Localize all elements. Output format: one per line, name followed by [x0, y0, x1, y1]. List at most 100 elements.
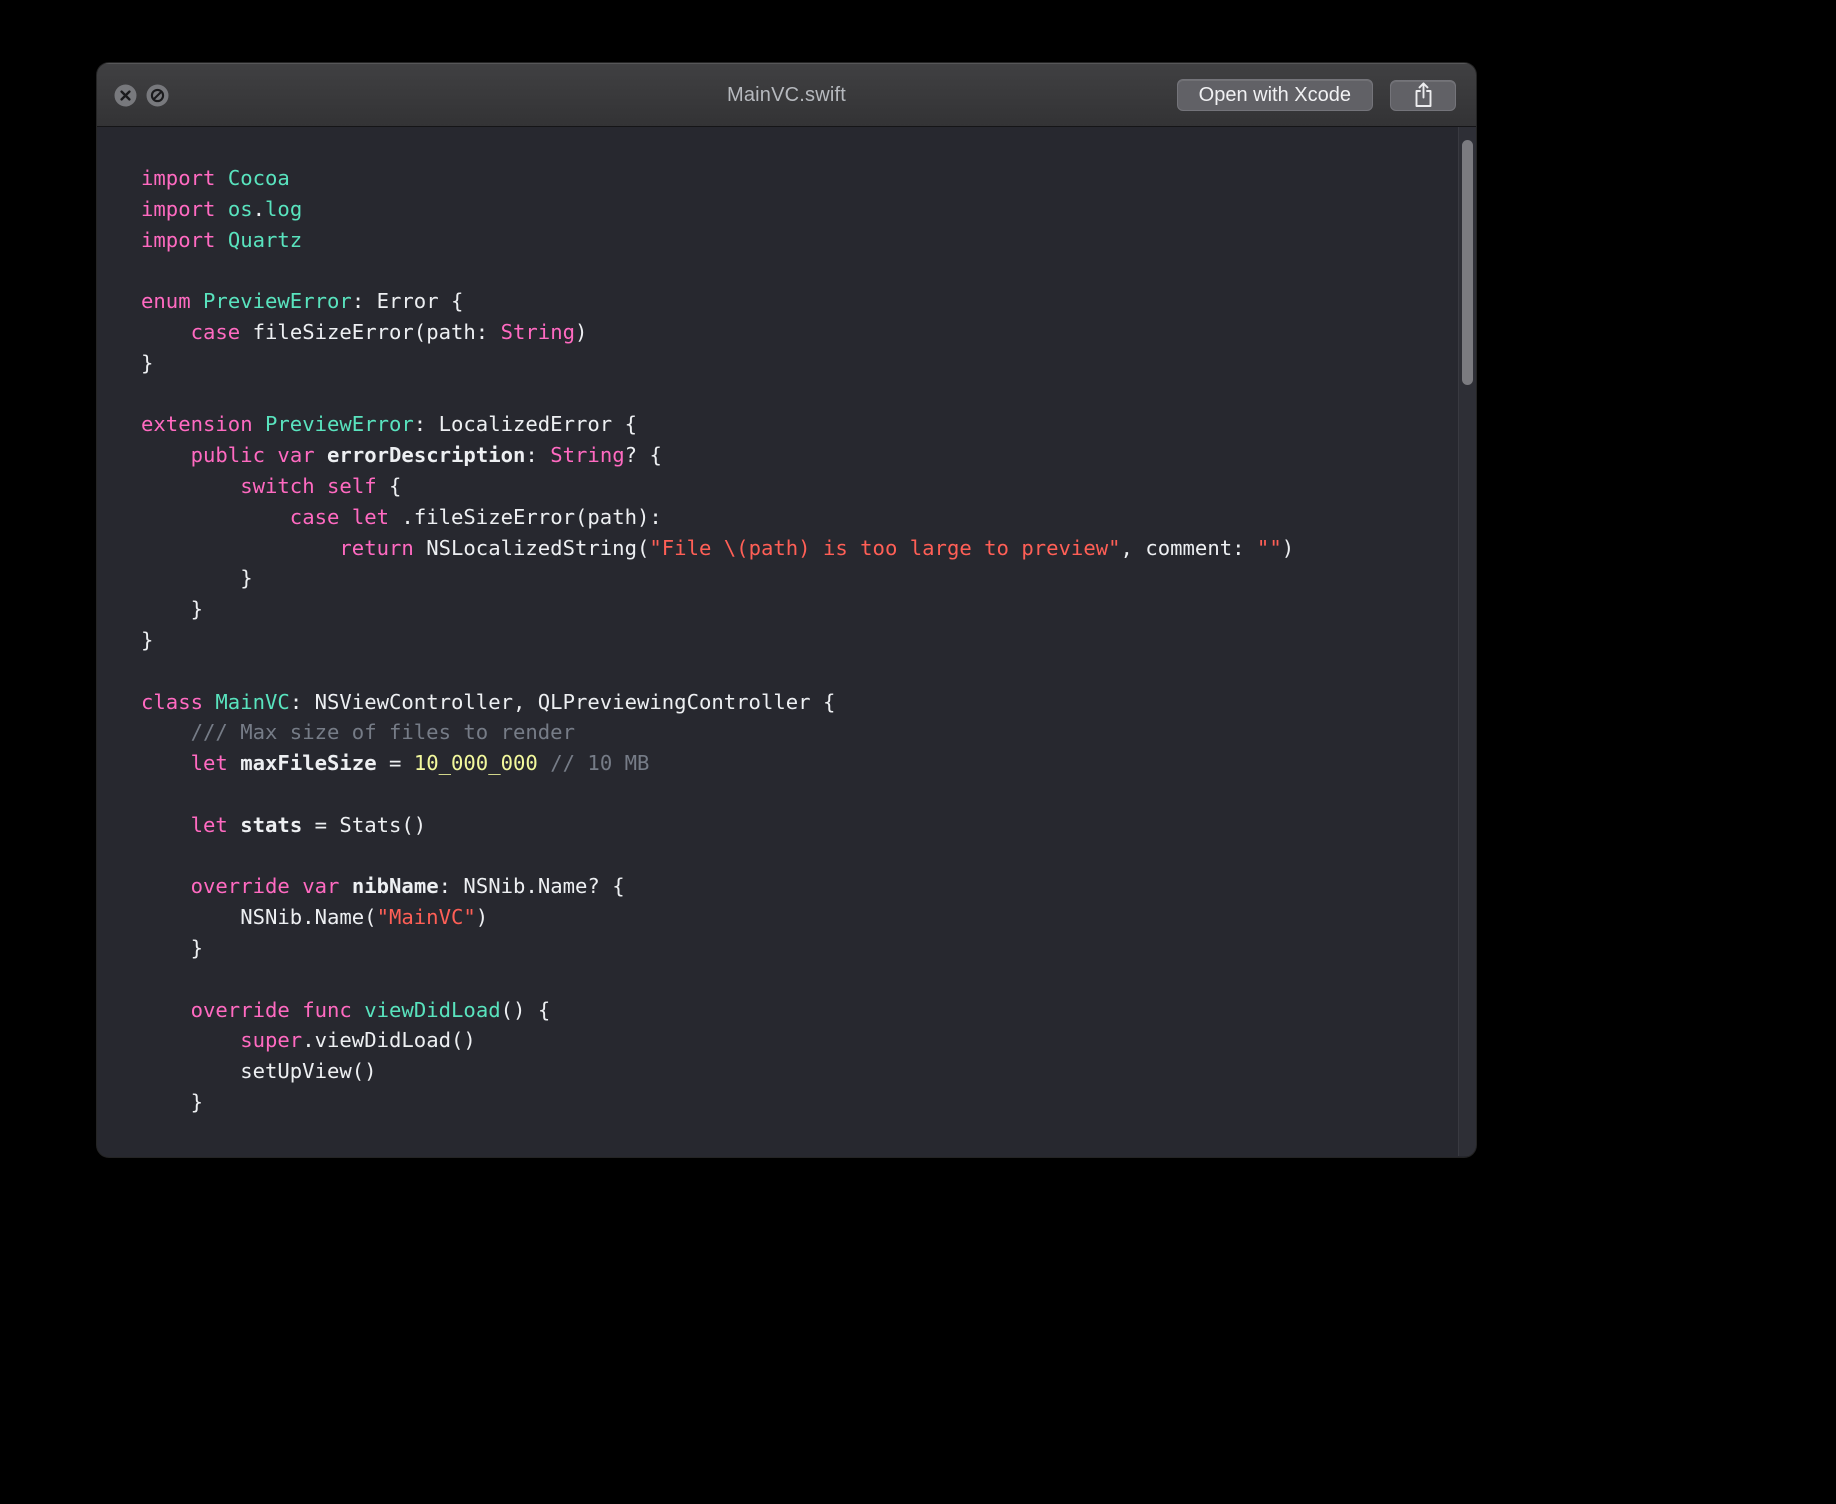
code-token: : LocalizedError {: [413, 412, 637, 437]
code-line: import Cocoa: [141, 163, 1436, 194]
code-token: String: [500, 319, 575, 344]
code-token: // 10 MB: [550, 751, 650, 776]
code-line: }: [141, 594, 1436, 625]
code-line: import os.log: [141, 194, 1436, 225]
share-button[interactable]: [1390, 79, 1456, 111]
scrollbar-track[interactable]: [1458, 127, 1476, 1156]
code-lines: import Cocoa import os.log import Quartz e…: [97, 127, 1476, 1118]
code-token: }: [141, 597, 203, 622]
code-line: /// Max size of files to render: [141, 717, 1436, 748]
code-token: .: [252, 196, 266, 221]
code-token: case: [289, 504, 340, 529]
code-token: : NSViewController, QLPreviewingControll…: [289, 689, 836, 714]
code-token: errorDescription: [327, 443, 526, 468]
close-button[interactable]: [114, 84, 137, 107]
code-token: os: [227, 196, 253, 221]
code-line: }: [141, 563, 1436, 594]
code-token: ): [575, 319, 588, 344]
code-token: self: [327, 473, 377, 498]
code-token: func: [302, 997, 352, 1022]
code-token: }: [141, 935, 203, 960]
code-line: class MainVC: NSViewController, QLPrevie…: [141, 687, 1436, 718]
code-line: public var errorDescription: String? {: [141, 440, 1436, 471]
code-line: case fileSizeError(path: String): [141, 317, 1436, 348]
code-line: return NSLocalizedString("File \(path) i…: [141, 533, 1436, 564]
code-token: super: [240, 1028, 303, 1053]
code-token: log: [265, 196, 303, 221]
code-token: import: [141, 227, 216, 252]
code-token: .fileSizeError(path):: [389, 504, 662, 529]
code-token: var: [302, 874, 340, 899]
share-icon: [1415, 82, 1431, 107]
code-token: "MainVC": [376, 905, 476, 930]
code-token: nibName: [351, 874, 439, 899]
code-preview-area: import Cocoa import os.log import Quartz e…: [97, 127, 1476, 1156]
code-token: return: [339, 535, 414, 560]
code-line: override var nibName: NSNib.Name? {: [141, 871, 1436, 902]
code-token: switch: [240, 473, 315, 498]
scrollbar-thumb[interactable]: [1462, 140, 1473, 385]
code-token: 10_000_000: [413, 751, 538, 776]
code-token: enum: [141, 289, 191, 314]
code-line: }: [141, 1087, 1436, 1118]
code-line: super.viewDidLoad(): [141, 1025, 1436, 1056]
code-line: enum PreviewError: Error {: [141, 286, 1436, 317]
stop-button[interactable]: [146, 84, 169, 107]
code-token: let: [190, 812, 228, 837]
code-token: "File \(path) is too large to preview": [649, 535, 1121, 560]
code-token: import: [141, 166, 216, 190]
code-token: stats: [240, 812, 303, 837]
code-line: import Quartz: [141, 225, 1436, 256]
code-line: }: [141, 625, 1436, 656]
code-token: ): [475, 905, 489, 930]
code-token: PreviewError: [265, 412, 414, 437]
titlebar: MainVC.swift Open with Xcode: [97, 63, 1476, 127]
code-token: }: [141, 1089, 203, 1114]
code-token: override: [190, 874, 290, 899]
code-token: ? {: [624, 443, 662, 468]
code-token: maxFileSize: [240, 751, 377, 776]
code-token: }: [141, 350, 154, 375]
code-token: Quartz: [227, 227, 303, 252]
code-token: Cocoa: [227, 166, 290, 190]
code-token: : Error {: [351, 289, 464, 314]
code-token: var: [277, 443, 315, 468]
code-token: , comment:: [1120, 535, 1257, 560]
code-token: MainVC: [215, 689, 290, 714]
code-token: "": [1256, 535, 1282, 560]
code-line: extension PreviewError: LocalizedError {: [141, 409, 1436, 440]
code-token: setUpView(): [141, 1059, 377, 1084]
open-with-xcode-button[interactable]: Open with Xcode: [1176, 79, 1373, 111]
quicklook-window: MainVC.swift Open with Xcode import Coco…: [97, 63, 1476, 1157]
code-token: extension: [141, 412, 253, 437]
code-token: =: [376, 751, 414, 776]
code-token: {: [376, 473, 402, 498]
code-token: .viewDidLoad(): [302, 1028, 476, 1053]
